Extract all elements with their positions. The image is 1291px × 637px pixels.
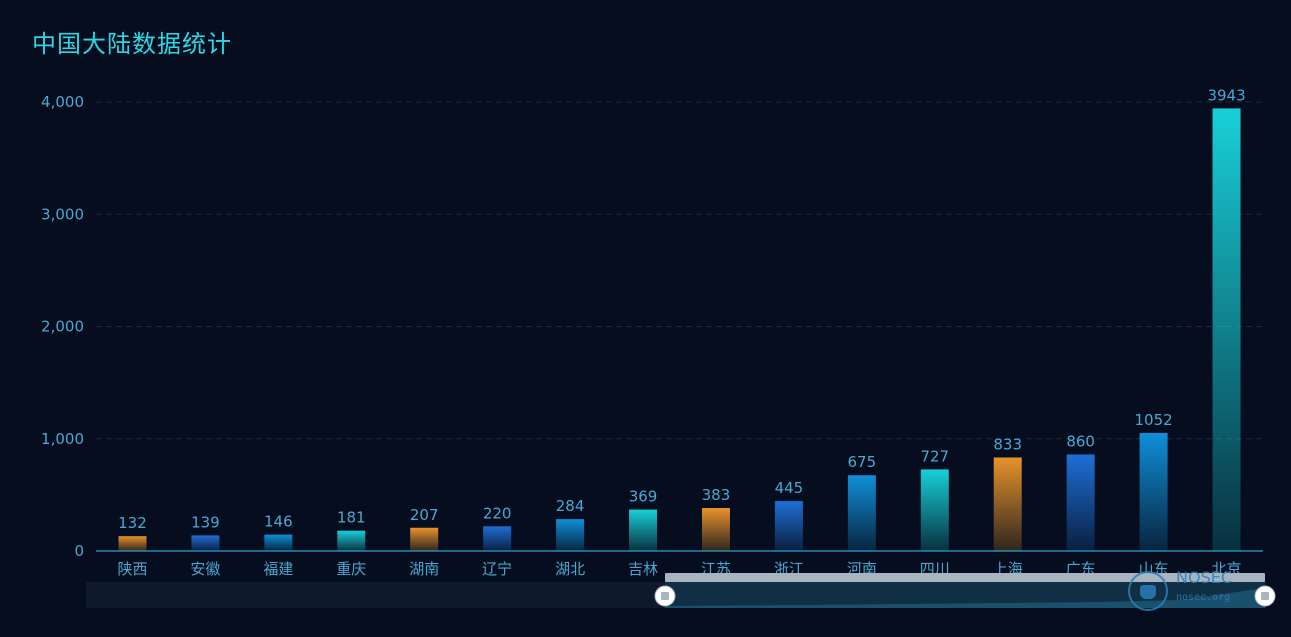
bar[interactable] — [118, 536, 147, 551]
bar[interactable] — [556, 519, 585, 551]
gridlines — [96, 101, 1263, 440]
x-tick-label: 湖北 — [555, 560, 585, 578]
watermark-sub: nosec.org — [1176, 592, 1231, 603]
data-label: 675 — [848, 453, 877, 471]
bar[interactable] — [920, 469, 949, 551]
y-tick-label: 0 — [74, 542, 84, 560]
data-label: 3943 — [1207, 86, 1245, 104]
bar[interactable] — [1066, 454, 1095, 551]
chart-container: 中国大陆数据统计 0 1,000 2,000 3,000 4,000 132 陕西 139 安… — [0, 0, 1291, 637]
bar[interactable] — [337, 530, 366, 551]
x-tick-label: 湖南 — [409, 560, 439, 578]
data-label: 220 — [483, 504, 512, 522]
data-label: 445 — [775, 479, 804, 497]
bars — [118, 108, 1241, 551]
bar-chart: 0 1,000 2,000 3,000 4,000 132 陕西 139 安徽 146 福建 181… — [41, 86, 1276, 608]
watermark-brand: NOSEC — [1176, 568, 1232, 587]
bar[interactable] — [483, 526, 512, 551]
data-label: 369 — [629, 488, 658, 506]
data-label: 207 — [410, 506, 439, 524]
x-tick-label: 吉林 — [628, 560, 658, 578]
data-label: 833 — [993, 435, 1022, 453]
data-label: 727 — [920, 447, 949, 465]
data-label: 1052 — [1135, 411, 1173, 429]
data-label: 860 — [1066, 432, 1095, 450]
data-label: 139 — [191, 513, 220, 531]
y-tick-label: 1,000 — [41, 430, 84, 448]
data-label: 284 — [556, 497, 585, 515]
zoom-move-bar[interactable] — [665, 573, 1265, 582]
x-tick-label: 重庆 — [336, 560, 366, 578]
data-label: 132 — [118, 514, 147, 532]
x-tick-label: 陕西 — [117, 560, 147, 578]
bar[interactable] — [1139, 432, 1168, 551]
x-tick-label: 安徽 — [190, 560, 220, 578]
y-tick-label: 2,000 — [41, 318, 84, 336]
handle-grip-icon — [1261, 592, 1269, 600]
x-tick-label: 辽宁 — [482, 560, 512, 578]
bar[interactable] — [264, 534, 293, 551]
bar[interactable] — [701, 508, 730, 551]
data-label: 146 — [264, 513, 293, 531]
bar[interactable] — [1212, 108, 1241, 551]
y-tick-label: 3,000 — [41, 205, 84, 223]
bar[interactable] — [774, 501, 803, 551]
data-zoom[interactable] — [86, 573, 1276, 608]
bar[interactable] — [993, 457, 1022, 551]
handle-grip-icon — [661, 592, 669, 600]
bar[interactable] — [629, 509, 658, 551]
bar[interactable] — [847, 475, 876, 551]
bar[interactable] — [191, 535, 220, 551]
data-label: 383 — [702, 486, 731, 504]
y-tick-label: 4,000 — [41, 93, 84, 111]
nosec-logo-icon — [1128, 571, 1168, 611]
x-tick-label: 福建 — [263, 560, 293, 578]
data-label: 181 — [337, 509, 366, 527]
bar[interactable] — [410, 527, 439, 551]
